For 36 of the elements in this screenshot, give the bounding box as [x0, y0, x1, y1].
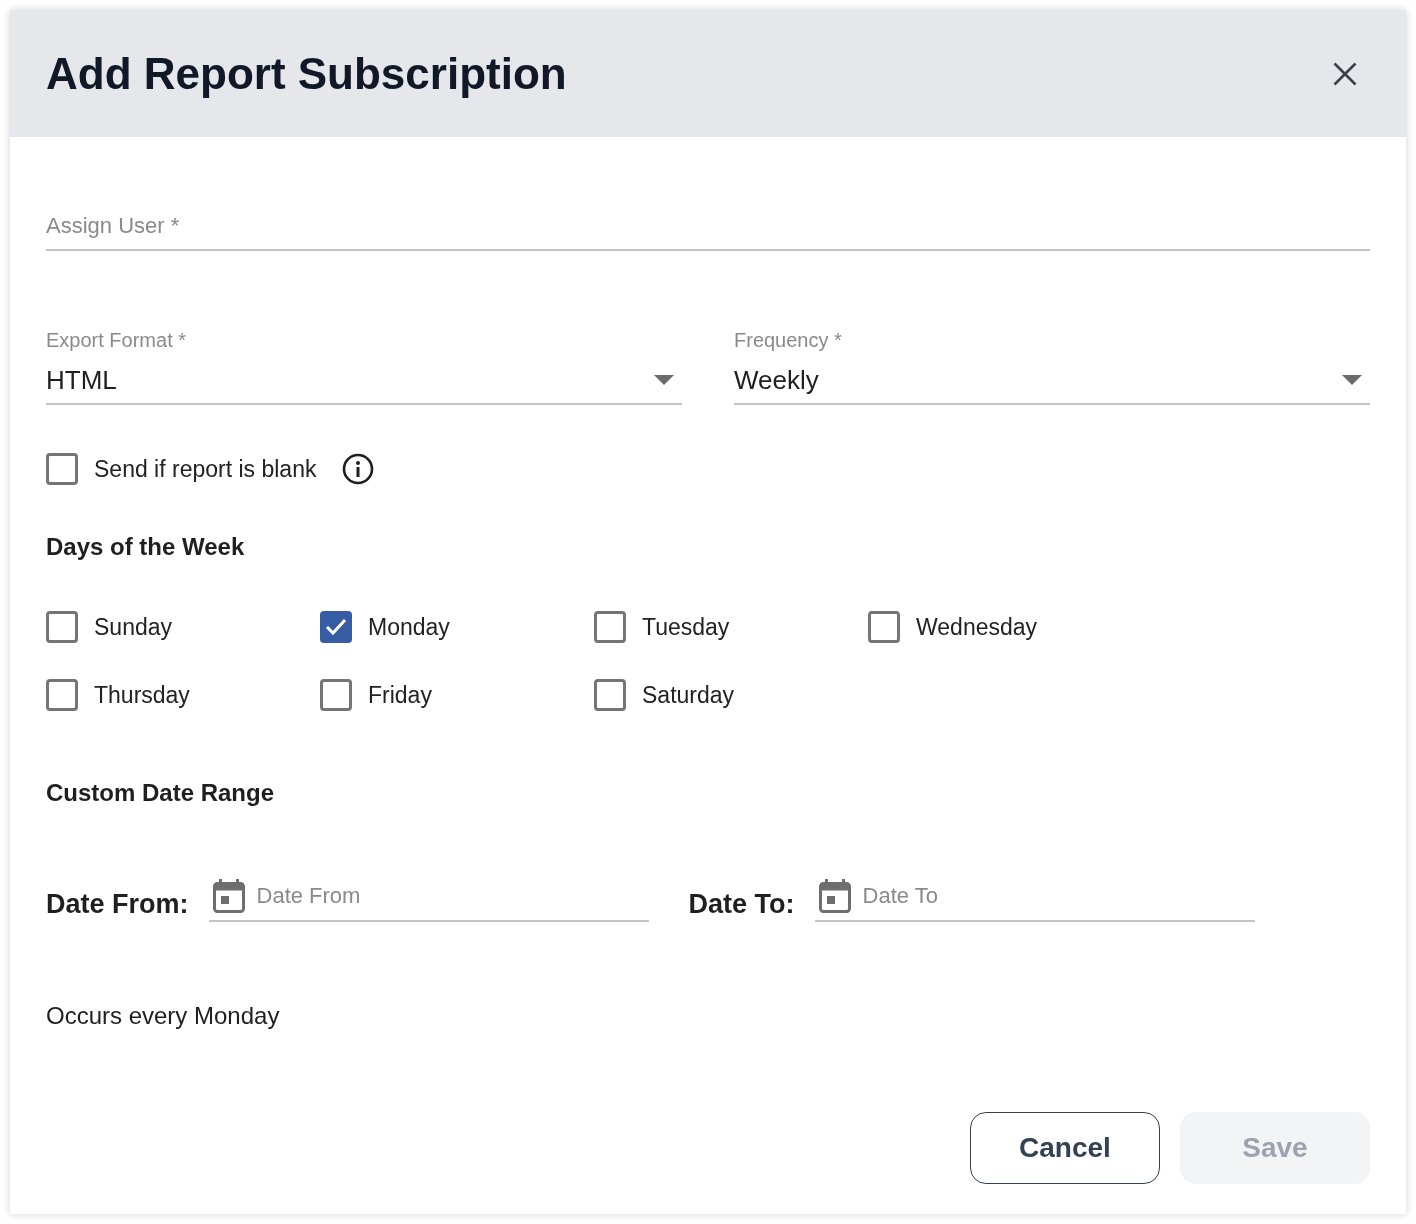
checkbox-label: Friday — [368, 681, 432, 709]
date-label: Date To: — [688, 888, 795, 921]
checkbox-label: Monday — [368, 613, 450, 641]
checkbox-label: Send if report is blank — [94, 455, 317, 483]
cancel-button[interactable]: Cancel — [970, 1112, 1160, 1184]
checkbox[interactable] — [320, 611, 352, 643]
caret-icon — [654, 375, 674, 385]
close-icon — [1333, 61, 1357, 86]
close-button[interactable] — [1332, 60, 1358, 87]
field-label: Frequency * — [734, 328, 843, 352]
checkbox-label: Thursday — [94, 681, 190, 709]
section-heading: Days of the Week — [46, 532, 246, 562]
date-label: Date From: — [46, 888, 189, 921]
checkbox[interactable] — [46, 453, 78, 485]
schedule-summary: Occurs every Monday — [46, 1001, 281, 1031]
checkbox-label: Wednesday — [916, 613, 1038, 641]
caret-icon — [1342, 375, 1362, 385]
checkbox[interactable] — [594, 679, 626, 711]
checkbox-label: Saturday — [642, 681, 735, 709]
checkbox[interactable] — [46, 611, 78, 643]
calendar-icon — [818, 879, 851, 913]
checkbox[interactable] — [594, 611, 626, 643]
calendar-icon — [212, 879, 245, 913]
checkbox[interactable] — [868, 611, 900, 643]
assign-user-field[interactable]: Assign User * — [46, 203, 1370, 251]
dropdown-select[interactable]: Weekly — [734, 352, 1370, 405]
section-heading: Custom Date Range — [46, 778, 276, 808]
checkbox[interactable] — [320, 679, 352, 711]
checkbox-label: Tuesday — [642, 613, 730, 641]
checkbox-label: Sunday — [94, 613, 172, 641]
checkbox[interactable] — [46, 679, 78, 711]
info-icon[interactable] — [342, 453, 375, 485]
field-label: Export Format * — [46, 328, 188, 352]
dialog-title: Add Report Subscription — [46, 47, 567, 100]
dropdown-select[interactable]: HTML — [46, 352, 682, 405]
checkmark-icon — [325, 618, 347, 636]
